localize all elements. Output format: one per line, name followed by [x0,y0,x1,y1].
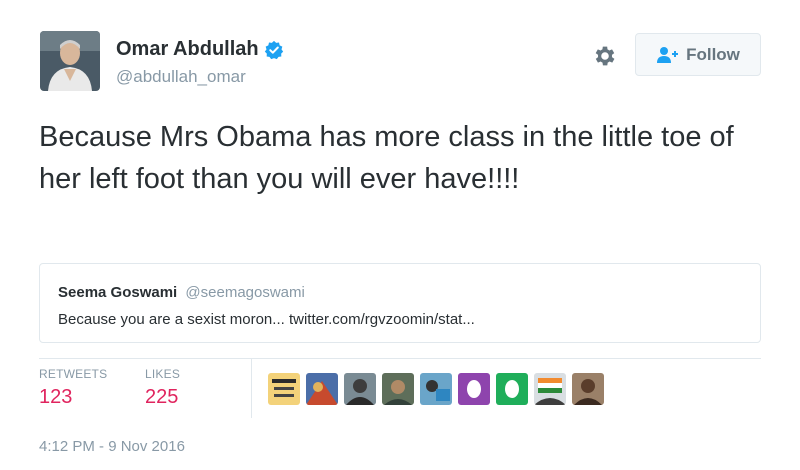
liker-avatars [268,373,604,405]
liker-avatar[interactable] [420,373,452,405]
retweets-stat[interactable]: RETWEETS 123 [39,367,107,409]
tweet-timestamp[interactable]: 4:12 PM - 9 Nov 2016 [39,438,185,455]
follow-button[interactable]: Follow [635,33,761,76]
liker-avatar[interactable] [496,373,528,405]
follow-button-label: Follow [686,44,740,64]
liker-avatar[interactable] [534,373,566,405]
quoted-author-handle: @seemagoswami [185,284,305,301]
liker-avatar[interactable] [306,373,338,405]
liker-avatar[interactable] [572,373,604,405]
gear-icon[interactable] [592,43,618,69]
verified-badge-icon [264,40,284,60]
author-handle[interactable]: @abdullah_omar [116,67,246,87]
stats-separator [251,358,252,418]
liker-avatar[interactable] [268,373,300,405]
quoted-author-name: Seema Goswami [58,284,178,301]
liker-avatar[interactable] [344,373,376,405]
tweet-text: Because Mrs Obama has more class in the … [39,121,734,195]
liker-avatar[interactable] [382,373,414,405]
retweets-label: RETWEETS [39,367,108,381]
likes-label: LIKES [145,367,181,381]
stats-divider-top [39,358,761,359]
quoted-tweet-text: Because you are a sexist moron... twitte… [58,311,475,328]
likes-count: 225 [145,386,179,408]
author-avatar[interactable] [40,31,100,91]
quoted-tweet-header: Seema Goswami @seemagoswami [58,284,742,302]
liker-avatar[interactable] [458,373,490,405]
author-name-text[interactable]: Omar Abdullah [116,38,259,61]
retweets-count: 123 [39,386,73,408]
quoted-tweet[interactable]: Seema Goswami @seemagoswami Because you … [39,263,761,343]
add-user-icon [657,46,679,63]
likes-stat[interactable]: LIKES 225 [145,367,180,409]
author-name[interactable]: Omar Abdullah [116,38,284,61]
